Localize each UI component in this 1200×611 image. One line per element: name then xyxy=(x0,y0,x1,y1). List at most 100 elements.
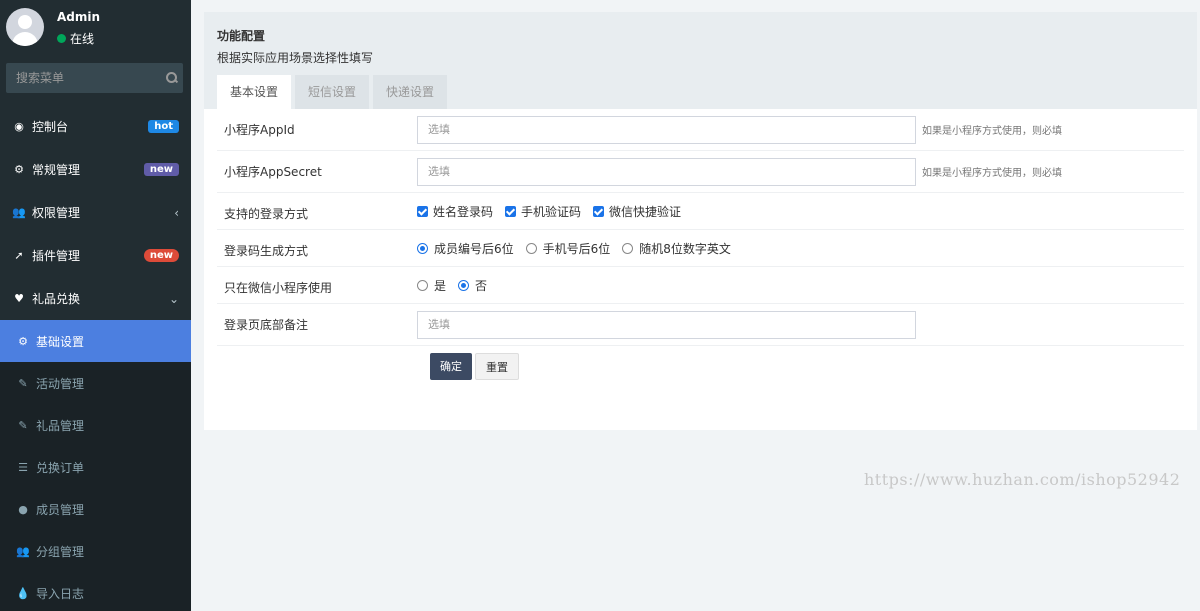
wechat-only-yes[interactable]: 是 xyxy=(417,277,446,294)
sidebar-item-gift-exchange[interactable]: ♥ 礼品兑换 ⌄ xyxy=(0,277,191,320)
sidebar-item-gifts[interactable]: ✎ 礼品管理 xyxy=(0,404,191,446)
sidebar-item-orders[interactable]: ☰ 兑换订单 xyxy=(0,446,191,488)
panel-header: 功能配置 根据实际应用场景选择性填写 基本设置 短信设置 快递设置 xyxy=(204,12,1197,109)
code-gen-member-id[interactable]: 成员编号后6位 xyxy=(417,240,514,257)
drop-icon: 💧 xyxy=(16,586,30,600)
list-icon: ☰ xyxy=(18,460,28,474)
sidebar-item-label: 常规管理 xyxy=(32,163,81,177)
leaf-icon: ✎ xyxy=(18,418,28,432)
code-gen-random[interactable]: 随机8位数字英文 xyxy=(622,240,731,257)
option-label: 是 xyxy=(434,278,447,293)
wechat-only-no[interactable]: 否 xyxy=(458,277,487,294)
chevron-down-icon: ⌄ xyxy=(168,291,179,306)
heart-icon: ♥ xyxy=(14,292,24,305)
footer-note-label: 登录页底部备注 xyxy=(224,318,309,332)
user-icon: ● xyxy=(18,502,28,516)
config-panel: 功能配置 根据实际应用场景选择性填写 基本设置 短信设置 快递设置 小程序App… xyxy=(204,12,1197,430)
login-method-name-code[interactable]: 姓名登录码 xyxy=(417,203,493,220)
option-label: 成员编号后6位 xyxy=(434,241,514,256)
new-badge: new xyxy=(143,163,179,176)
hot-badge: hot xyxy=(148,120,179,133)
sidebar-item-plugins[interactable]: ➚ 插件管理 new xyxy=(0,234,191,277)
login-method-sms-code[interactable]: 手机验证码 xyxy=(505,203,581,220)
sidebar-item-label: 基础设置 xyxy=(36,334,85,349)
appsecret-hint: 如果是小程序方式使用，则必填 xyxy=(922,168,1062,179)
sidebar-item-dashboard[interactable]: ◉ 控制台 hot xyxy=(0,105,191,148)
gift-submenu: ⚙ 基础设置 ✎ 活动管理 ✎ 礼品管理 ☰ 兑换订单 ● 成员管理 👥 分组管… xyxy=(0,320,191,611)
form-row-code-gen: 登录码生成方式 成员编号后6位 手机号后6位 随机8位数字英文 xyxy=(217,230,1184,267)
chevron-left-icon: ‹ xyxy=(174,205,179,220)
appid-label: 小程序AppId xyxy=(224,123,295,137)
sidebar: Admin 在线 ◉ 控制台 hot ⚙ 常规管理 new 👥 权限管理 ‹ ➚… xyxy=(0,0,191,611)
user-status-label: 在线 xyxy=(70,32,95,46)
footer-note-input[interactable] xyxy=(417,310,916,339)
code-gen-phone[interactable]: 手机号后6位 xyxy=(525,240,611,257)
form-row-appid: 小程序AppId 如果是小程序方式使用，则必填 xyxy=(217,109,1184,151)
sidebar-item-activities[interactable]: ✎ 活动管理 xyxy=(0,362,191,404)
reset-button[interactable]: 重置 xyxy=(475,353,519,380)
watermark-text: https://www.huzhan.com/ishop52942 xyxy=(864,470,1181,489)
sidebar-item-label: 控制台 xyxy=(32,120,69,134)
form-row-wechat-only: 只在微信小程序使用 是 否 xyxy=(217,267,1184,304)
leaf-icon: ✎ xyxy=(18,376,28,390)
user-name: Admin xyxy=(57,10,101,24)
sidebar-item-groups[interactable]: 👥 分组管理 xyxy=(0,530,191,572)
sidebar-item-permissions[interactable]: 👥 权限管理 ‹ xyxy=(0,191,191,234)
radio-icon[interactable] xyxy=(417,279,428,291)
form-actions: 确定 重置 xyxy=(217,346,1184,380)
option-label: 姓名登录码 xyxy=(433,204,494,219)
wechat-only-label: 只在微信小程序使用 xyxy=(224,281,333,295)
sidebar-item-label: 插件管理 xyxy=(32,249,81,263)
tab-express[interactable]: 快递设置 xyxy=(373,75,448,109)
sidebar-item-basic-settings[interactable]: ⚙ 基础设置 xyxy=(0,320,191,362)
sidebar-menu: ◉ 控制台 hot ⚙ 常规管理 new 👥 权限管理 ‹ ➚ 插件管理 new… xyxy=(0,105,191,320)
online-dot-icon xyxy=(57,34,66,43)
settings-form: 小程序AppId 如果是小程序方式使用，则必填 小程序AppSecret 如果是… xyxy=(204,109,1197,380)
sidebar-item-label: 礼品兑换 xyxy=(32,292,81,306)
form-row-login-methods: 支持的登录方式 姓名登录码 手机验证码 微信快捷验证 xyxy=(217,193,1184,230)
users-icon: 👥 xyxy=(16,544,30,558)
search-input[interactable] xyxy=(16,71,166,85)
login-method-wechat[interactable]: 微信快捷验证 xyxy=(593,203,681,220)
search-icon[interactable] xyxy=(166,72,177,84)
sidebar-item-label: 兑换订单 xyxy=(36,460,85,475)
sidebar-item-label: 导入日志 xyxy=(36,586,85,601)
appid-input[interactable] xyxy=(417,115,916,144)
radio-icon[interactable] xyxy=(525,242,537,254)
submit-button[interactable]: 确定 xyxy=(430,353,472,380)
appid-hint: 如果是小程序方式使用，则必填 xyxy=(922,126,1062,137)
option-label: 手机号后6位 xyxy=(542,241,611,256)
cogs-icon: ⚙ xyxy=(18,334,28,348)
login-methods-label: 支持的登录方式 xyxy=(224,207,309,221)
radio-selected-icon[interactable] xyxy=(417,242,428,254)
sidebar-item-members[interactable]: ● 成员管理 xyxy=(0,488,191,530)
option-label: 否 xyxy=(475,278,488,293)
tab-sms[interactable]: 短信设置 xyxy=(295,75,370,109)
form-row-footer-note: 登录页底部备注 xyxy=(217,304,1184,346)
sidebar-item-label: 成员管理 xyxy=(36,502,85,517)
option-label: 微信快捷验证 xyxy=(609,204,682,219)
sidebar-item-import-log[interactable]: 💧 导入日志 xyxy=(0,572,191,611)
new-badge: new xyxy=(143,249,179,262)
avatar xyxy=(6,8,44,46)
checkbox-checked-icon[interactable] xyxy=(593,205,605,217)
sidebar-item-general[interactable]: ⚙ 常规管理 new xyxy=(0,148,191,191)
checkbox-checked-icon[interactable] xyxy=(505,205,517,217)
tab-basic[interactable]: 基本设置 xyxy=(217,75,292,109)
appsecret-label: 小程序AppSecret xyxy=(224,165,322,179)
cogs-icon: ⚙ xyxy=(14,163,24,176)
option-label: 随机8位数字英文 xyxy=(639,241,731,256)
panel-title: 功能配置 xyxy=(217,29,266,43)
checkbox-checked-icon[interactable] xyxy=(417,205,428,217)
user-panel: Admin 在线 xyxy=(0,0,191,58)
radio-selected-icon[interactable] xyxy=(458,279,470,291)
radio-icon[interactable] xyxy=(622,242,634,254)
appsecret-input[interactable] xyxy=(417,157,916,186)
tab-bar: 基本设置 短信设置 快递设置 xyxy=(217,75,451,109)
users-icon: 👥 xyxy=(12,206,26,219)
sidebar-item-label: 活动管理 xyxy=(36,376,85,391)
rocket-icon: ➚ xyxy=(14,249,24,262)
sidebar-item-label: 分组管理 xyxy=(36,544,85,559)
sidebar-item-label: 权限管理 xyxy=(32,206,81,220)
sidebar-search xyxy=(6,63,183,93)
